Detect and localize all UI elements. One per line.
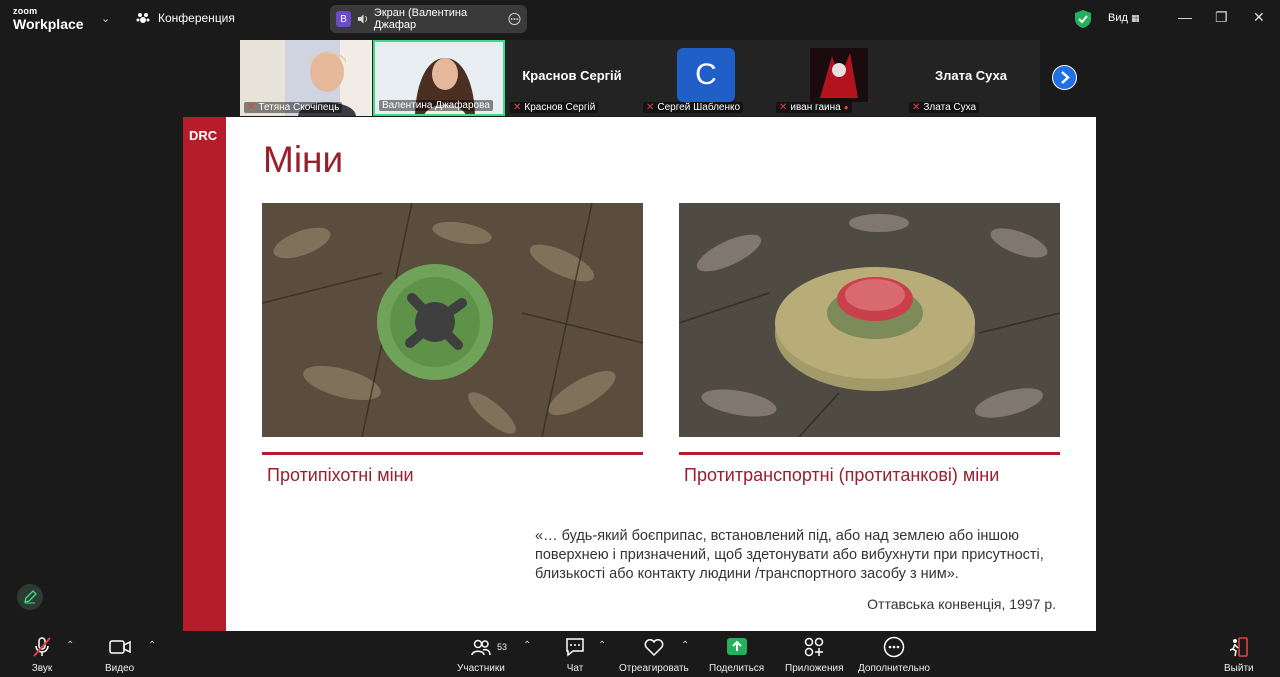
meeting-info-button[interactable]: Конференция [136,11,235,25]
participant-display-name: Краснов Сергій [522,68,622,83]
participant-name-tag: ✕ Краснов Сергій [510,102,599,113]
apps-label: Приложения [785,663,844,674]
participant-name: Валентина Джафарова [382,100,490,111]
participant-name-tag: Валентина Джафарова [379,100,493,111]
participant-name: иван гаина [790,102,841,113]
participant-tile[interactable]: Злата Суха ✕ Злата Суха [905,40,1037,116]
drc-logo: DRC [189,128,218,143]
share-screen-button[interactable]: Поделиться [709,636,764,674]
participant-tile[interactable]: Краснов Сергій ✕ Краснов Сергій [506,40,638,116]
sharer-avatar: В [336,11,351,27]
participant-name: Сергей Шабленко [657,102,741,113]
participant-display-name: Злата Суха [934,68,1008,83]
chevron-down-icon[interactable]: ⌄ [101,12,110,25]
mic-off-icon: ✕ [646,102,655,113]
heart-icon [644,639,664,657]
participant-name-tag: ✕ Злата Суха [909,102,980,113]
restore-icon[interactable]: ❐ [1215,9,1228,26]
mic-off-icon: ✕ [513,102,522,113]
audio-label: Звук [31,663,53,674]
participant-avatar-image [810,48,868,102]
view-button[interactable]: Вид ▦ [1108,12,1139,24]
react-caret-icon[interactable]: ⌃ [681,640,689,651]
antipersonnel-mine-photo [262,203,643,437]
view-label: Вид [1108,12,1128,24]
slide-title: Міни [263,139,344,180]
more-button[interactable]: Дополнительно [858,636,930,674]
brand-top: zoom [13,6,38,16]
zoom-logo: zoom Workplace [13,6,84,32]
close-icon[interactable]: ✕ [1253,9,1265,26]
participant-tile-active[interactable]: Валентина Джафарова [373,40,505,116]
leave-button[interactable]: Выйти [1224,636,1254,674]
pencil-icon [24,590,37,604]
right-caption-rule [679,452,1060,455]
slide-side-bar: DRC [183,117,226,631]
participant-name-tag: ✕ иван гаина ● [776,102,852,113]
mic-off-icon: ✕ [779,102,788,113]
participant-strip: ✕ Тетяна Скочіпець Валентина Джафарова Кр… [240,40,1040,116]
video-camera-icon [108,640,131,654]
react-button[interactable]: Отреагировать [619,636,689,674]
participant-name: Злата Суха [923,102,977,113]
mic-muted-icon [33,637,51,657]
participant-tile[interactable]: С ✕ Сергей Шабленко [639,40,771,116]
right-caption: Протитранспортні (протитанкові) міни [684,465,1000,485]
chat-label: Чат [566,663,584,674]
chevron-right-icon [1053,66,1076,89]
participant-avatar: С [677,48,735,102]
recording-dot-icon: ● [843,103,849,112]
participant-name: Тетяна Скочіпець [258,102,340,113]
more-icon [883,636,905,658]
audio-button[interactable]: Звук [31,636,53,674]
chat-button[interactable]: Чат [564,636,586,674]
quote-source: Оттавська конвенція, 1997 р. [867,596,1056,612]
annotate-button[interactable] [17,584,43,610]
mic-off-icon: ✕ [912,102,921,113]
speaker-icon [357,14,367,24]
mic-off-icon: ✕ [247,102,256,113]
participants-caret-icon[interactable]: ⌃ [523,640,531,651]
participants-label: Участники [457,663,505,674]
antitank-mine-photo [679,203,1060,437]
video-options-caret-icon[interactable]: ⌃ [148,640,156,651]
share-screen-icon [726,638,747,655]
video-label: Видео [105,663,135,674]
apps-icon [805,637,824,657]
meeting-icon [136,13,150,23]
more-label: Дополнительно [858,663,930,674]
left-caption: Протипіхотні міни [267,465,414,485]
meeting-label: Конференция [158,11,235,25]
video-button[interactable]: Видео [105,636,134,674]
next-participants-button[interactable] [1052,65,1077,90]
screen-share-indicator[interactable]: В Экран (Валентина Джафар [330,5,527,33]
participant-name: Краснов Сергій [524,102,596,113]
share-label: Экран (Валентина Джафар [373,7,468,31]
participant-tile[interactable]: ✕ иван гаина ● [772,40,904,116]
grid-icon: ▦ [1130,13,1140,23]
shield-check-icon[interactable] [1075,10,1091,28]
chat-icon [566,638,584,657]
audio-options-caret-icon[interactable]: ⌃ [66,640,74,651]
leave-label: Выйти [1224,663,1254,674]
meeting-toolbar: Звук ⌃ Видео ⌃ Участники 53 ⌃ Чат ⌃ Отре… [0,632,1280,677]
minimize-icon[interactable]: — [1178,9,1192,25]
avatar-letter: С [695,58,717,91]
leave-icon [1229,637,1248,657]
shared-slide: DRC Міни Протипіхотні міни Протитранспор… [183,117,1096,631]
participants-icon [471,639,491,656]
chat-caret-icon[interactable]: ⌃ [598,640,606,651]
title-bar: zoom Workplace ⌄ Конференция В Экран (Ва… [0,0,1280,38]
participant-name-tag: ✕ Тетяна Скочіпець [244,102,343,113]
apps-button[interactable]: Приложения [785,636,844,674]
participant-name-tag: ✕ Сергей Шабленко [643,102,744,113]
participants-count: 53 [497,642,508,652]
react-label: Отреагировать [619,663,689,674]
more-options-icon[interactable] [508,12,521,26]
share-label: Поделиться [709,663,765,674]
brand-bottom: Workplace [13,16,84,32]
left-caption-rule [262,452,643,455]
definition-quote: «… будь-який боєприпас, встановлений під… [535,528,1044,582]
participant-tile[interactable]: ✕ Тетяна Скочіпець [240,40,372,116]
